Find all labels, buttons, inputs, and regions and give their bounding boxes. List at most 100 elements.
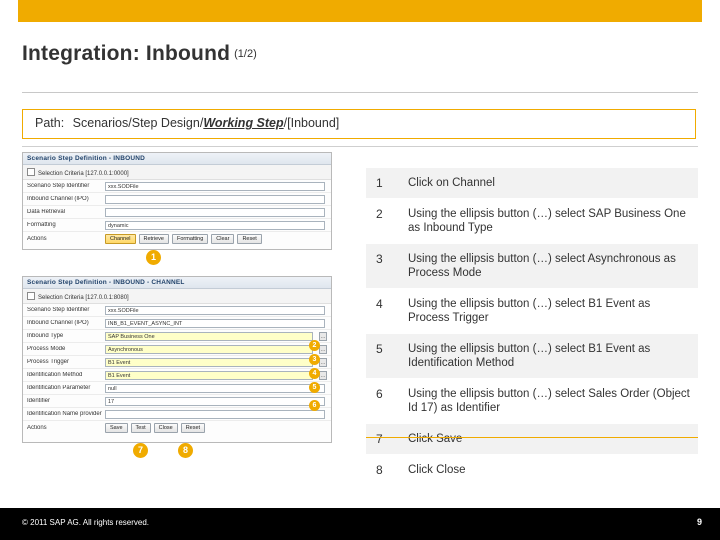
callout-7: 7	[133, 443, 148, 458]
screenshot-step-definition-inbound: Scenario Step Definition - INBOUND Selec…	[22, 152, 332, 250]
path-bold: Working Step	[203, 116, 284, 130]
field-label: Identification Name provider	[27, 411, 102, 417]
field-row: Process Mode Asynchronous …	[23, 343, 331, 356]
reset-button[interactable]: Reset	[180, 422, 206, 433]
page-title: Integration: Inbound (1/2)	[22, 42, 698, 66]
field-row: Identifier 17	[23, 395, 331, 408]
field-input[interactable]: xxx.SODFile	[105, 305, 325, 315]
action-button-row: Channel Retrieve Formatting Clear Reset	[105, 232, 262, 246]
field-label: Inbound Type	[27, 333, 64, 339]
step-number: 6	[366, 379, 398, 423]
field-row: Inbound Channel (IPO)	[23, 193, 331, 206]
step-number: 1	[366, 168, 398, 198]
field-label: Actions	[27, 235, 47, 242]
step-text: Click Close	[398, 455, 698, 485]
step-text: Using the ellipsis button (…) select Asy…	[398, 244, 698, 288]
step-number: 4	[366, 289, 398, 333]
field-row: Scenario Step Identifier xxx.SODFile	[23, 304, 331, 317]
callout-4: 4	[309, 368, 320, 379]
screenshot-top-selection-criteria: Selection Criteria [127.0.0.1:0000]	[23, 165, 331, 180]
field-input[interactable]: 17	[105, 396, 325, 406]
channel-button[interactable]: Channel	[105, 233, 136, 244]
field-label: Identifier	[27, 398, 51, 404]
step-number: 2	[366, 199, 398, 243]
gold-band	[18, 0, 702, 22]
field-label: Identification Method	[27, 372, 83, 378]
steps-table: 1 Click on Channel 2 Using the ellipsis …	[366, 168, 698, 486]
page-number: 9	[696, 517, 702, 527]
copyright-text: © 2011 SAP AG. All rights reserved.	[22, 518, 149, 527]
screenshot-step-definition-channel: Scenario Step Definition - INBOUND - CHA…	[22, 276, 332, 443]
field-row: Data Retrieval	[23, 206, 331, 219]
action-button-row: Save Test Close Reset	[105, 421, 206, 435]
step-text: Using the ellipsis button (…) select B1 …	[398, 334, 698, 378]
step-text: Click on Channel	[398, 168, 698, 198]
expand-box-icon	[27, 168, 35, 176]
page-title-suffix: (1/2)	[234, 48, 257, 60]
field-input[interactable]: null	[105, 383, 325, 393]
screenshot-top-selection-criteria-text: Selection Criteria [127.0.0.1:0000]	[38, 171, 129, 177]
step-text: Using the ellipsis button (…) select Sal…	[398, 379, 698, 423]
field-row: Identification Method B1 Event …	[23, 369, 331, 382]
path-suffix: /[Inbound]	[283, 116, 340, 130]
table-row: 5 Using the ellipsis button (…) select B…	[366, 334, 698, 379]
table-row: 2 Using the ellipsis button (…) select S…	[366, 199, 698, 244]
retrieve-button[interactable]: Retrieve	[138, 233, 169, 244]
field-input[interactable]: INB_B1_EVENT_ASYNC_INT	[105, 318, 325, 328]
title-divider	[22, 92, 698, 93]
field-label: Formatting	[27, 222, 56, 228]
field-input[interactable]: Asynchronous	[105, 344, 313, 354]
ellipsis-button[interactable]: …	[319, 344, 327, 354]
field-label: Scenario Step Identifier	[27, 183, 90, 189]
test-button[interactable]: Test	[130, 422, 151, 433]
step-number: 8	[366, 455, 398, 485]
step-text: Using the ellipsis button (…) select B1 …	[398, 289, 698, 333]
path-box: Path: Scenarios/Step Design/Working Step…	[22, 109, 696, 139]
table-row: 6 Using the ellipsis button (…) select S…	[366, 379, 698, 424]
path-label: Path:	[35, 116, 65, 130]
path-prefix: Scenarios/Step Design/	[72, 116, 204, 130]
field-label: Identification Parameter	[27, 385, 91, 391]
callout-5: 5	[309, 382, 320, 393]
field-input[interactable]: xxx.SODFile	[105, 181, 325, 191]
field-input[interactable]	[105, 194, 325, 204]
screenshot-top-window-title: Scenario Step Definition - INBOUND	[23, 153, 331, 165]
field-input[interactable]: B1 Event	[105, 357, 313, 367]
field-row: Actions Save Test Close Reset	[23, 421, 331, 434]
screenshot-bottom-selection-criteria: Selection Criteria [127.0.0.1:8080]	[23, 289, 331, 304]
table-row: 8 Click Close	[366, 455, 698, 486]
ellipsis-button[interactable]: …	[319, 357, 327, 367]
step-number: 5	[366, 334, 398, 378]
ellipsis-button[interactable]: …	[319, 370, 327, 380]
table-row: 4 Using the ellipsis button (…) select B…	[366, 289, 698, 334]
step-text: Using the ellipsis button (…) select SAP…	[398, 199, 698, 243]
table-row: 1 Click on Channel	[366, 168, 698, 199]
callout-6: 6	[309, 400, 320, 411]
field-row: Formatting dynamic	[23, 219, 331, 232]
formatting-button[interactable]: Formatting	[171, 233, 209, 244]
field-input[interactable]: B1 Event	[105, 370, 313, 380]
field-label: Process Trigger	[27, 359, 70, 365]
field-row: Identification Name provider	[23, 408, 331, 421]
expand-box-icon	[27, 292, 35, 300]
field-input[interactable]: SAP Business One	[105, 331, 313, 341]
field-input[interactable]: dynamic	[105, 220, 325, 230]
field-input[interactable]	[105, 409, 325, 419]
table-row: 7 Click Save	[366, 424, 698, 455]
field-input[interactable]	[105, 207, 325, 217]
reset-button[interactable]: Reset	[237, 233, 262, 244]
table-row: 3 Using the ellipsis button (…) select A…	[366, 244, 698, 289]
field-row: Inbound Type SAP Business One …	[23, 330, 331, 343]
save-button[interactable]: Save	[105, 422, 128, 433]
page-title-text: Integration: Inbound	[22, 42, 231, 65]
ellipsis-button[interactable]: …	[319, 331, 327, 341]
step-text: Click Save	[398, 424, 698, 454]
field-label: Scenario Step Identifier	[27, 307, 90, 313]
content-divider	[22, 146, 698, 147]
field-label: Data Retrieval	[27, 209, 66, 215]
clear-button[interactable]: Clear	[211, 233, 235, 244]
footer: © 2011 SAP AG. All rights reserved. 9	[0, 508, 720, 540]
field-label: Actions	[27, 424, 47, 431]
field-row: Scenario Step Identifier xxx.SODFile	[23, 180, 331, 193]
close-button[interactable]: Close	[153, 422, 178, 433]
